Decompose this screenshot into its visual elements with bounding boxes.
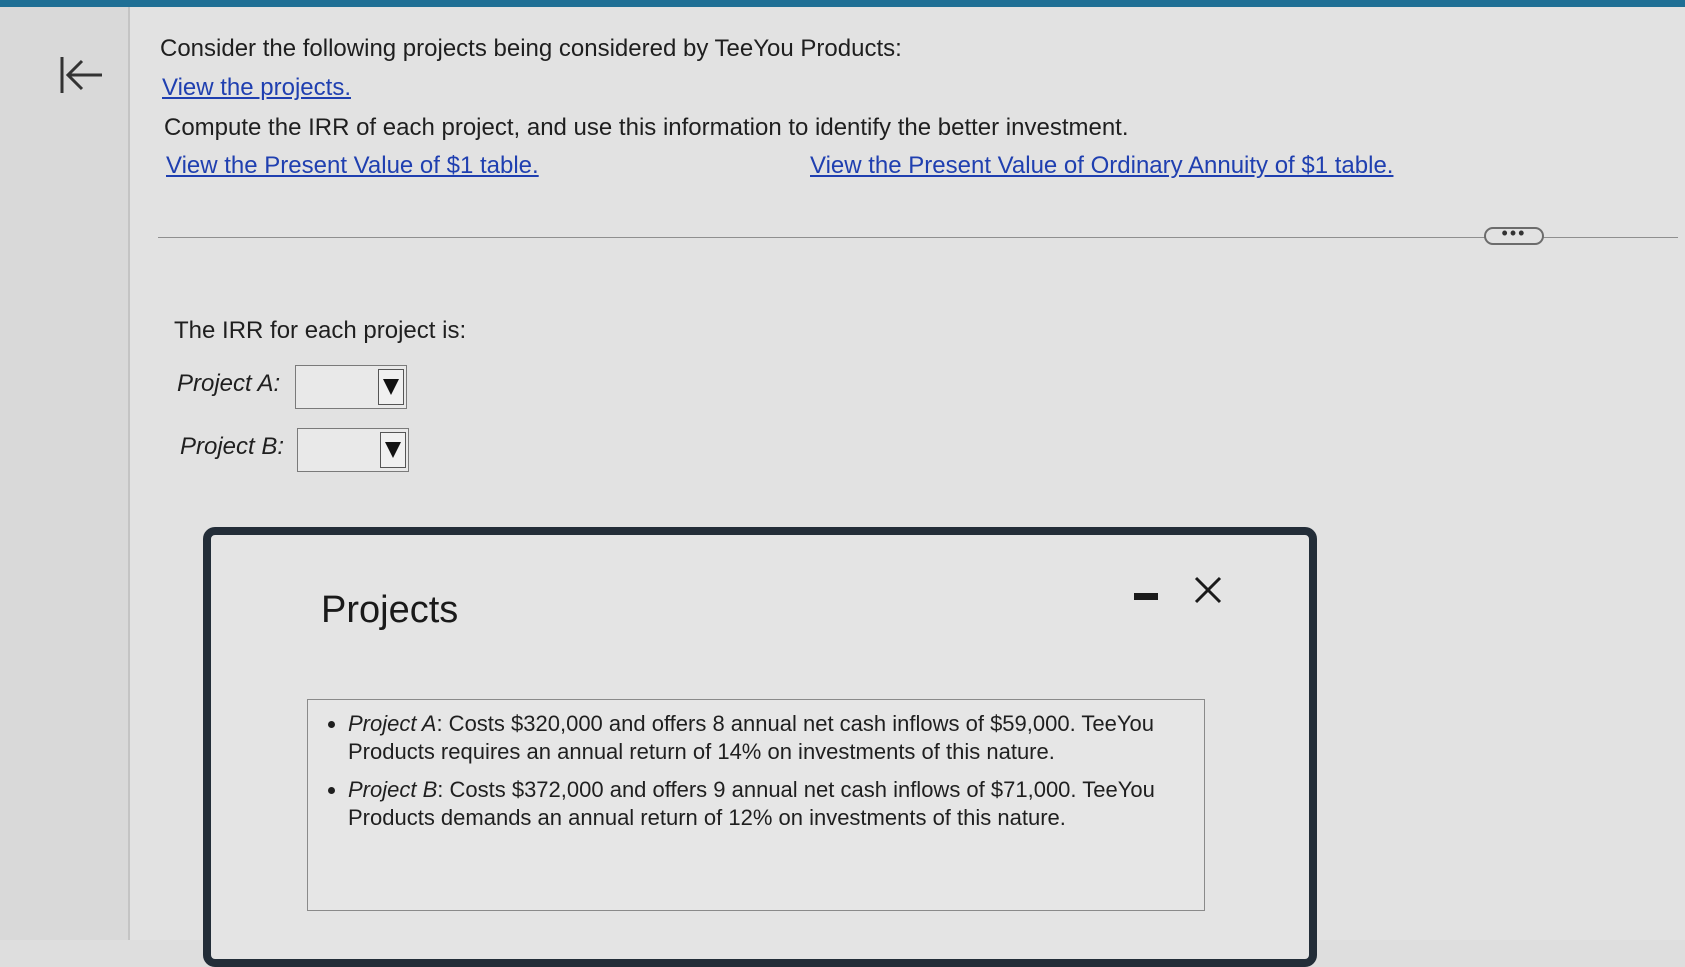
- project-description: : Costs $320,000 and offers 8 annual net…: [348, 711, 1155, 764]
- minimize-button[interactable]: [1131, 587, 1161, 607]
- instruction-text: Compute the IRR of each project, and use…: [164, 114, 1129, 141]
- view-projects-link[interactable]: View the projects.: [162, 74, 351, 102]
- project-name: Project A: [348, 711, 437, 736]
- projects-info-box: Project A: Costs $320,000 and offers 8 a…: [307, 699, 1205, 911]
- project-a-irr-dropdown[interactable]: [295, 365, 407, 409]
- project-b-irr-dropdown[interactable]: [297, 428, 409, 472]
- projects-modal: Projects Project A: Costs $320,000 and o…: [203, 527, 1317, 967]
- arrow-left-to-bar-icon: [60, 57, 102, 93]
- close-button[interactable]: [1191, 573, 1225, 607]
- projects-list: Project A: Costs $320,000 and offers 8 a…: [308, 700, 1204, 832]
- modal-title: Projects: [321, 589, 459, 631]
- question-text: Consider the following projects being co…: [160, 35, 902, 62]
- left-navigation-rail: [0, 7, 130, 940]
- project-a-label: Project A:: [177, 370, 281, 397]
- ellipsis-icon: •••: [1501, 223, 1527, 243]
- irr-heading: The IRR for each project is:: [174, 317, 467, 344]
- back-to-start-button[interactable]: [58, 51, 110, 99]
- project-name: Project B: [348, 777, 438, 802]
- project-description: : Costs $372,000 and offers 9 annual net…: [348, 777, 1155, 830]
- close-x-icon: [1194, 576, 1222, 604]
- top-accent-bar: [0, 0, 1685, 7]
- dropdown-arrow: [378, 369, 404, 405]
- annuity-table-link[interactable]: View the Present Value of Ordinary Annui…: [810, 152, 1393, 180]
- minimize-icon: [1134, 593, 1158, 600]
- list-item: Project B: Costs $372,000 and offers 9 a…: [348, 776, 1164, 832]
- triangle-down-icon: [383, 379, 399, 395]
- question-pane: Consider the following projects being co…: [130, 7, 1685, 967]
- present-value-table-link[interactable]: View the Present Value of $1 table.: [166, 152, 539, 180]
- more-options-button[interactable]: •••: [1484, 223, 1544, 245]
- triangle-down-icon: [385, 442, 401, 458]
- section-divider: [158, 237, 1678, 238]
- project-b-label: Project B:: [180, 433, 285, 460]
- list-item: Project A: Costs $320,000 and offers 8 a…: [348, 710, 1164, 766]
- dropdown-arrow: [380, 432, 406, 468]
